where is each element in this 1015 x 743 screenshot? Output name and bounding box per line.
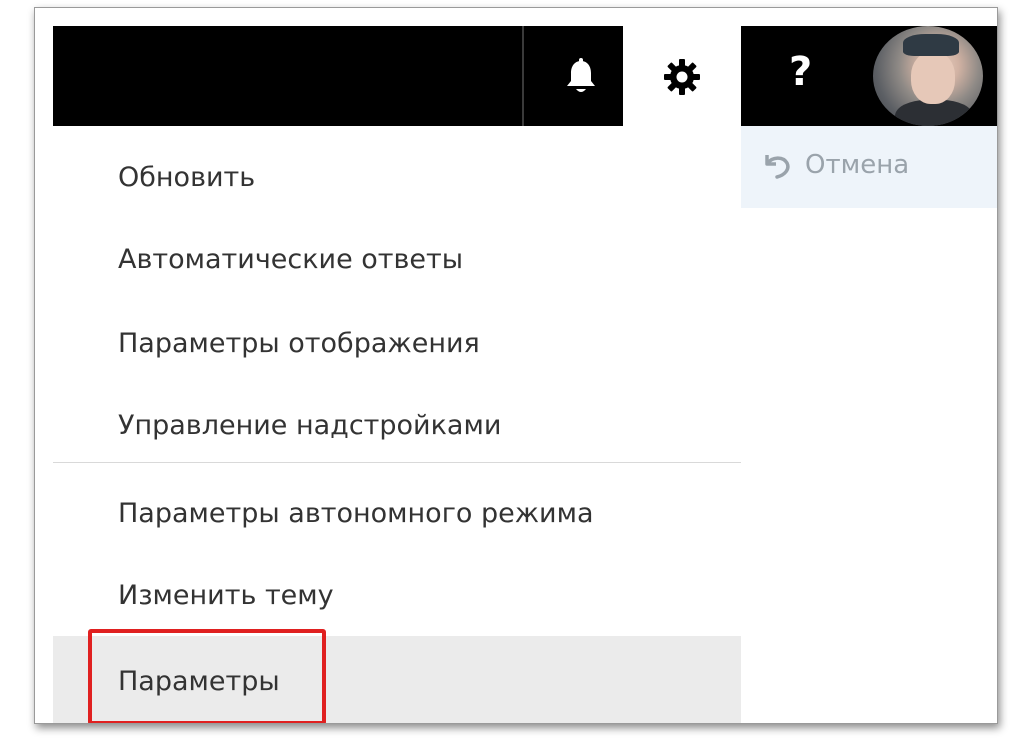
menu-item-refresh[interactable]: Обновить [53, 136, 741, 218]
settings-tab[interactable] [623, 26, 741, 126]
right-header-bar: ? [741, 26, 997, 126]
undo-icon [765, 155, 790, 179]
undo-button[interactable]: Отмена [761, 150, 909, 180]
gear-icon[interactable] [663, 58, 701, 96]
user-avatar[interactable] [873, 26, 983, 126]
command-bar: Отмена [741, 126, 997, 208]
top-navigation-bar [53, 26, 623, 126]
avatar-face [911, 52, 955, 104]
bell-icon[interactable] [563, 58, 599, 96]
menu-item-change-theme[interactable]: Изменить тему [53, 554, 741, 636]
menu-divider [53, 462, 741, 463]
avatar-cap [903, 34, 959, 56]
menu-item-display-settings[interactable]: Параметры отображения [53, 302, 741, 384]
screenshot-frame: ? Отмена Обновить Автоматические ответы … [34, 7, 998, 724]
undo-label: Отмена [805, 150, 910, 180]
menu-item-manage-addins[interactable]: Управление надстройками [53, 384, 741, 466]
menu-item-automatic-replies[interactable]: Автоматические ответы [53, 218, 741, 300]
menu-item-offline-settings[interactable]: Параметры автономного режима [53, 472, 741, 554]
settings-menu: Обновить Автоматические ответы Параметры… [53, 126, 741, 723]
topbar-divider [522, 26, 524, 126]
help-button[interactable]: ? [789, 48, 812, 96]
menu-item-options[interactable]: Параметры [53, 636, 741, 723]
